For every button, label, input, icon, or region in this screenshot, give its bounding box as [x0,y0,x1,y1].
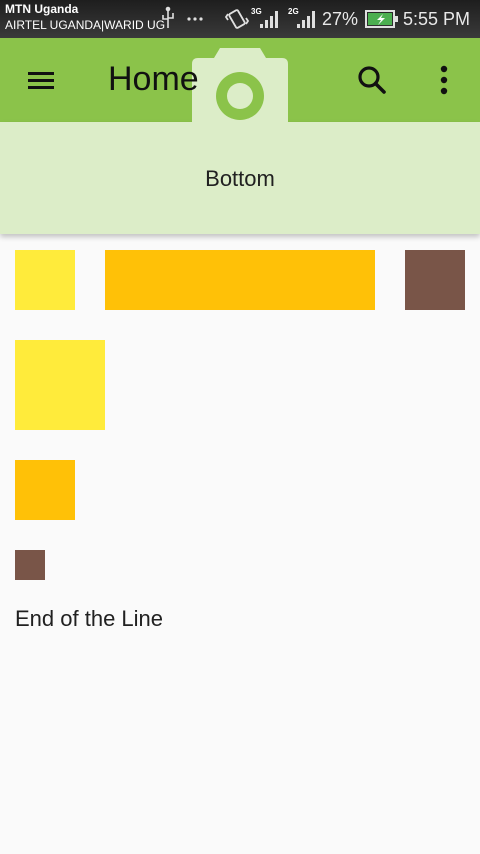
carrier-secondary: AIRTEL UGANDA|WARID UG [5,18,166,32]
network-label-3g: 3G [251,7,262,16]
network-label-2g: 2G [288,7,299,16]
screen: MTN Uganda AIRTEL UGANDA|WARID UG 3G 2G … [0,0,480,854]
bottom-label: Bottom [205,166,275,191]
status-bar: MTN Uganda AIRTEL UGANDA|WARID UG 3G 2G … [0,0,480,38]
search-icon[interactable] [352,60,392,100]
app-bar: Home [0,38,480,122]
amber-square [15,460,75,520]
menu-icon[interactable] [18,58,64,104]
end-of-line-text: End of the Line [15,606,164,631]
more-vert-icon[interactable] [426,60,462,100]
yellow-square-large [15,340,105,430]
vibrate-icon [224,9,250,29]
clock: 5:55 PM [403,9,471,29]
brown-square [405,250,465,310]
page-title: Home [108,60,199,98]
signal-3g-icon: 3G [251,7,278,28]
camera-icon[interactable] [192,48,288,122]
more-notifications-icon [187,17,203,21]
yellow-square-small [15,250,75,310]
amber-rectangle-wide [105,250,375,310]
carrier-primary: MTN Uganda [5,2,79,16]
signal-2g-icon: 2G [288,7,315,28]
status-icons: 3G 2G [162,6,315,29]
brown-square-small [15,550,45,580]
usb-icon [162,6,174,28]
app-bar-bottom: Bottom [0,122,480,234]
battery-charging-icon [365,10,398,28]
battery-percent: 27% [322,9,359,29]
